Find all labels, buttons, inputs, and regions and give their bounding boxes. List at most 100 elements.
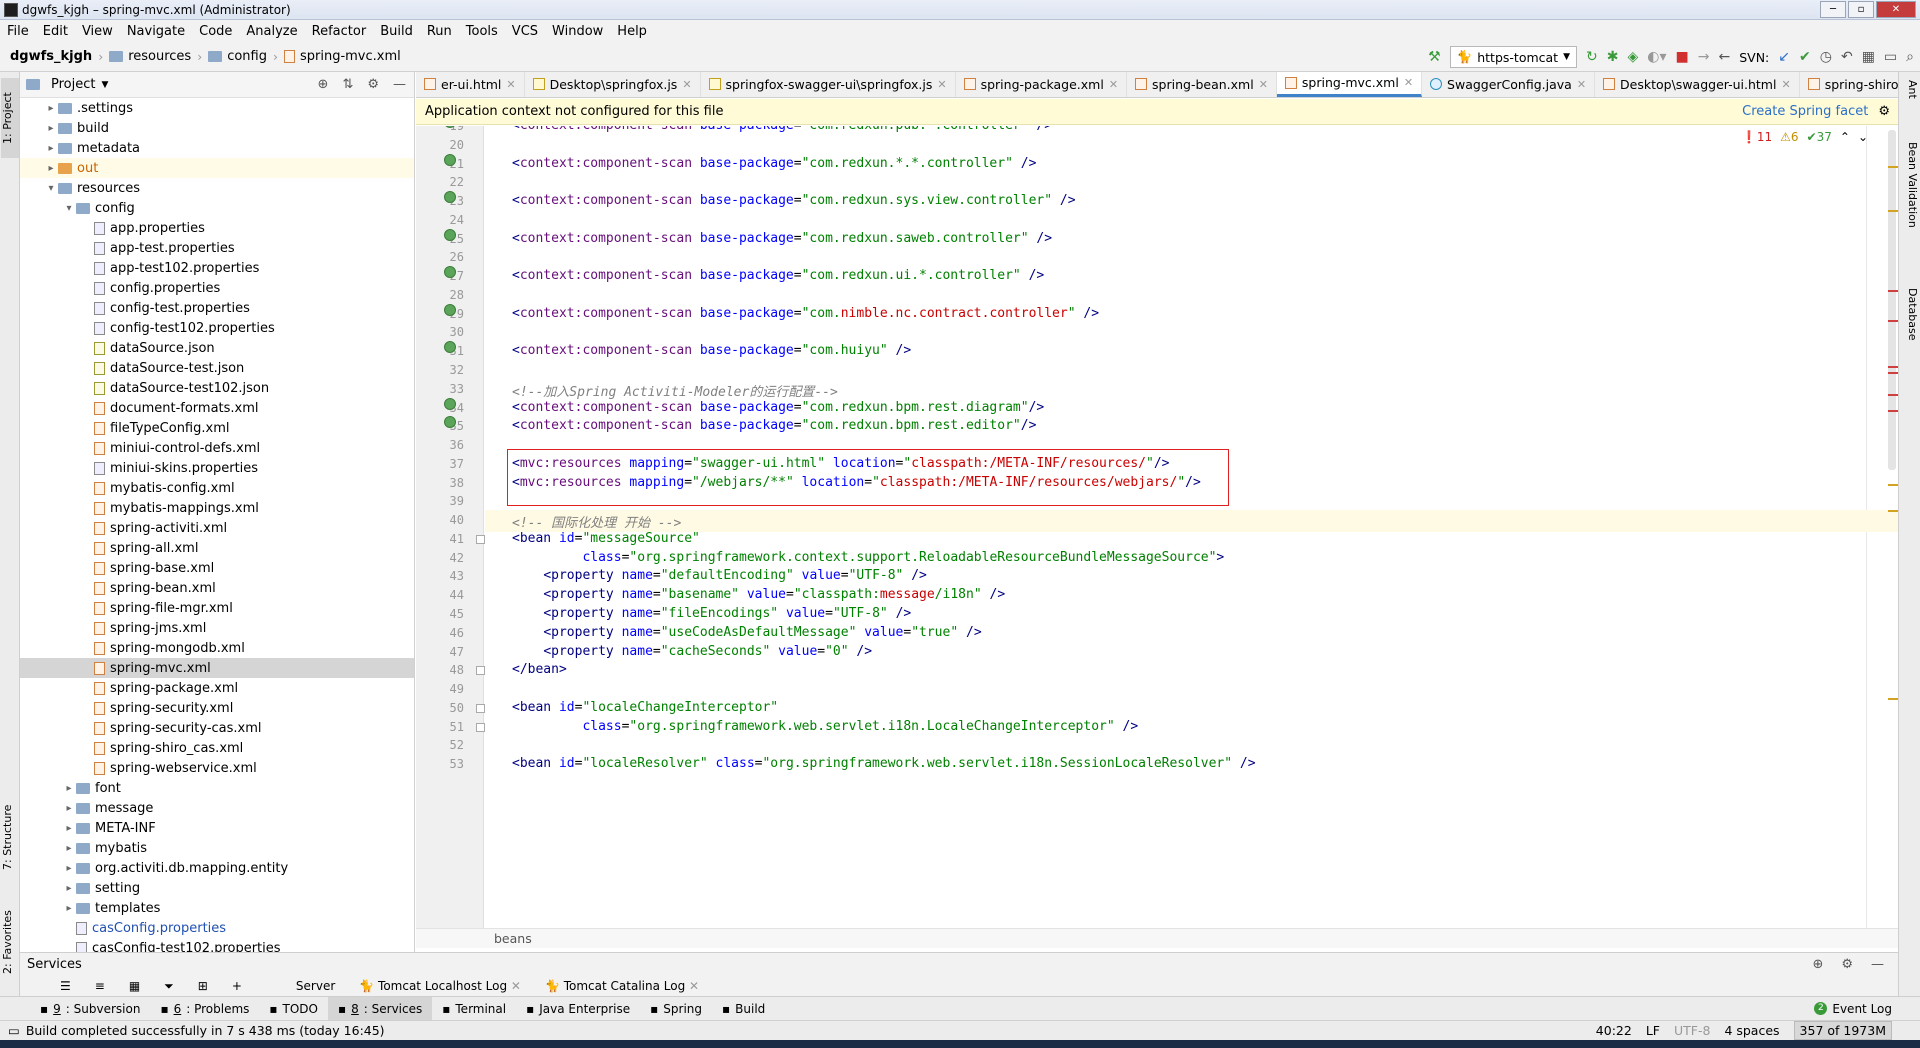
close-tab-icon[interactable]: ✕ bbox=[1109, 78, 1118, 91]
tree-item[interactable]: dataSource-test102.json bbox=[20, 378, 414, 398]
breadcrumb-config[interactable]: config bbox=[227, 49, 267, 64]
code-line[interactable]: class="org.springframework.web.servlet.i… bbox=[512, 719, 1138, 734]
editor-tab[interactable]: Desktop\swagger-ui.html ✕ bbox=[1595, 72, 1800, 97]
back-icon[interactable]: ← bbox=[1718, 50, 1730, 64]
tree-item[interactable]: document-formats.xml bbox=[20, 398, 414, 418]
menu-code[interactable]: Code bbox=[192, 24, 239, 39]
breadcrumb-file[interactable]: spring-mvc.xml bbox=[300, 49, 401, 64]
menu-edit[interactable]: Edit bbox=[36, 24, 75, 39]
tree-item[interactable]: spring-bean.xml bbox=[20, 578, 414, 598]
code-line[interactable]: <context:component-scan base-package="co… bbox=[512, 268, 1044, 283]
tree-item[interactable]: casConfig.properties bbox=[20, 918, 414, 938]
code-line[interactable]: <property name="cacheSeconds" value="0" … bbox=[512, 644, 872, 659]
warning-mark[interactable] bbox=[1888, 484, 1898, 486]
project-panel-title[interactable]: Project bbox=[51, 77, 95, 92]
layout-icon[interactable]: ▭ bbox=[8, 1023, 20, 1038]
menu-build[interactable]: Build bbox=[373, 24, 420, 39]
maximize-button[interactable]: ▫ bbox=[1848, 1, 1874, 18]
menu-run[interactable]: Run bbox=[420, 24, 459, 39]
collapse-all-icon[interactable]: ≡ bbox=[95, 979, 105, 993]
spring-bean-gutter-icon[interactable] bbox=[444, 397, 456, 410]
error-mark[interactable] bbox=[1888, 290, 1898, 292]
inspection-widget[interactable]: ❗11 ⚠6 ✔37 ⌃ ⌄ bbox=[1742, 130, 1868, 144]
tree-item[interactable]: dataSource.json bbox=[20, 338, 414, 358]
project-tool-tab[interactable]: 1: Project bbox=[1, 78, 19, 158]
tree-item[interactable]: mybatis-mappings.xml bbox=[20, 498, 414, 518]
code-line[interactable]: <bean id="localeResolver" class="org.spr… bbox=[512, 756, 1256, 771]
memory-indicator[interactable]: 357 of 1973M bbox=[1793, 1021, 1892, 1040]
tree-item[interactable]: ▸ message bbox=[20, 798, 414, 818]
close-tab-icon[interactable]: ✕ bbox=[506, 78, 515, 91]
database-tool-tab[interactable]: Database bbox=[1901, 288, 1919, 368]
tool-tab-javaenterprise[interactable]: ▪ Java Enterprise bbox=[516, 997, 640, 1021]
code-line[interactable]: <context:component-scan base-package="co… bbox=[512, 156, 1036, 171]
tree-item[interactable]: ▸ .settings bbox=[20, 98, 414, 118]
gear-icon[interactable]: ⚙ bbox=[1841, 957, 1853, 972]
tree-item[interactable]: dataSource-test.json bbox=[20, 358, 414, 378]
history-icon[interactable]: ◷ bbox=[1820, 50, 1832, 64]
chevron-right-icon[interactable]: ▸ bbox=[62, 783, 76, 794]
close-tab-icon[interactable]: ✕ bbox=[682, 78, 691, 91]
breadcrumb-project[interactable]: dgwfs_kjgh bbox=[10, 49, 92, 64]
tree-item[interactable]: spring-activiti.xml bbox=[20, 518, 414, 538]
code-line[interactable]: <context:component-scan base-package="co… bbox=[512, 231, 1052, 246]
tree-item[interactable]: app-test102.properties bbox=[20, 258, 414, 278]
build-hammer-icon[interactable]: ⚒ bbox=[1428, 50, 1441, 64]
tree-item[interactable]: miniui-skins.properties bbox=[20, 458, 414, 478]
editor-tab[interactable]: er-ui.html ✕ bbox=[416, 72, 525, 97]
hide-icon[interactable]: — bbox=[393, 77, 406, 92]
chevron-right-icon[interactable]: ▸ bbox=[62, 803, 76, 814]
editor-tab[interactable]: Desktop\springfox.js ✕ bbox=[525, 72, 701, 97]
menu-analyze[interactable]: Analyze bbox=[239, 24, 304, 39]
tree-item[interactable]: ▸ setting bbox=[20, 878, 414, 898]
svn-commit-icon[interactable]: ✔ bbox=[1799, 50, 1811, 64]
bean-validation-tool-tab[interactable]: Bean Validation bbox=[1901, 142, 1919, 272]
tree-item[interactable]: spring-package.xml bbox=[20, 678, 414, 698]
tree-item[interactable]: ▸ build bbox=[20, 118, 414, 138]
tool-tab-terminal[interactable]: ▪ Terminal bbox=[432, 997, 516, 1021]
fold-marker-icon[interactable] bbox=[476, 722, 485, 732]
tool-tab-spring[interactable]: ▪ Spring bbox=[640, 997, 712, 1021]
menu-vcs[interactable]: VCS bbox=[505, 24, 545, 39]
favorites-tool-tab[interactable]: 2: Favorites bbox=[1, 902, 19, 982]
editor-tab[interactable]: spring-bean.xml ✕ bbox=[1127, 72, 1277, 97]
fold-marker-icon[interactable] bbox=[476, 703, 485, 713]
code-line[interactable]: <!--加入Spring Activiti-Modeler的运行配置--> bbox=[512, 381, 838, 400]
line-separator[interactable]: LF bbox=[1646, 1023, 1660, 1038]
run-configuration-select[interactable]: 🐈 https-tomcat ▼ bbox=[1449, 46, 1577, 68]
server-tab[interactable]: Server bbox=[296, 979, 335, 993]
warning-mark[interactable] bbox=[1888, 510, 1898, 512]
fold-marker-icon[interactable] bbox=[476, 534, 485, 544]
chevron-right-icon[interactable]: ▸ bbox=[44, 103, 58, 114]
debug-icon[interactable]: ✱ bbox=[1607, 50, 1619, 64]
editor-tab[interactable]: SwaggerConfig.java ✕ bbox=[1422, 72, 1596, 97]
error-mark[interactable] bbox=[1888, 372, 1898, 374]
breadcrumb-resources[interactable]: resources bbox=[128, 49, 191, 64]
group-icon[interactable]: ▦ bbox=[129, 979, 140, 993]
code-line[interactable]: <property name="basename" value="classpa… bbox=[512, 587, 1005, 602]
tree-item[interactable]: spring-security-cas.xml bbox=[20, 718, 414, 738]
spring-bean-gutter-icon[interactable] bbox=[444, 191, 456, 204]
gear-icon[interactable]: ⚙ bbox=[367, 77, 379, 92]
chevron-right-icon[interactable]: ▸ bbox=[62, 883, 76, 894]
add-icon[interactable]: + bbox=[232, 979, 242, 993]
fold-marker-icon[interactable] bbox=[476, 666, 485, 676]
tool-tab-problems[interactable]: ▪ 6: Problems bbox=[150, 997, 259, 1021]
expand-all-icon[interactable]: ☰ bbox=[60, 979, 71, 993]
code-line[interactable]: </bean> bbox=[512, 662, 567, 677]
chevron-right-icon[interactable]: ▸ bbox=[62, 903, 76, 914]
code-line[interactable]: <context:component-scan base-package="co… bbox=[512, 418, 1036, 433]
chevron-down-icon[interactable]: ▾ bbox=[44, 183, 58, 194]
menu-tools[interactable]: Tools bbox=[459, 24, 505, 39]
error-mark[interactable] bbox=[1888, 394, 1898, 396]
chevron-down-icon[interactable]: ▼ bbox=[101, 80, 108, 90]
event-log-tab[interactable]: 2 Event Log bbox=[1814, 1002, 1920, 1016]
error-mark[interactable] bbox=[1888, 410, 1898, 412]
tool-tab-subversion[interactable]: ▪ 9: Subversion bbox=[30, 997, 150, 1021]
status-message[interactable]: Build completed successfully in 7 s 438 … bbox=[26, 1023, 385, 1038]
editor-scrollbar[interactable] bbox=[1886, 126, 1898, 928]
tree-item[interactable]: spring-shiro_cas.xml bbox=[20, 738, 414, 758]
tomcat-localhost-log-tab[interactable]: 🐈 Tomcat Localhost Log ✕ bbox=[359, 979, 521, 993]
tree-item[interactable]: ▾ config bbox=[20, 198, 414, 218]
svn-update-icon[interactable]: ↙ bbox=[1778, 50, 1790, 64]
